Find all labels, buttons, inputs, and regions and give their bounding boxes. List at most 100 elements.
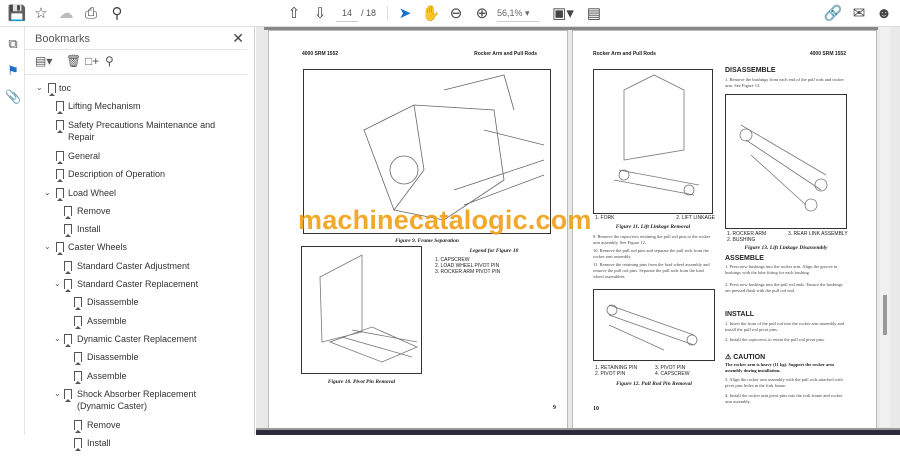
bookmark-item[interactable]: Description of Operation [25,165,245,183]
bookmark-item[interactable]: ⌄ Shock Absorber Replacement (Dynamic Cas… [25,385,245,411]
bookmark-icon [74,420,82,434]
step-text: 1. Press new bushings into the rocker ar… [725,264,838,275]
bookmark-label[interactable]: Load Wheel [68,184,116,202]
document-scrollbar[interactable] [880,27,890,427]
bookmark-label[interactable]: Caster Wheels [68,238,127,256]
bookmark-label[interactable]: Dynamic Caster Replacement [77,330,197,348]
bookmark-label[interactable]: General [68,147,100,165]
pages-icon[interactable]: ⧉ [5,36,21,52]
step-text: 1. Remove the bushings from each end of … [725,77,844,88]
bookmark-label[interactable]: Lifting Mechanism [68,97,141,115]
chevron-down-icon[interactable]: ⌄ [36,79,46,97]
step-text: 2. Install the capscrews to retain the p… [725,337,825,342]
zoom-out-icon[interactable]: ⊖ [445,3,467,23]
zoom-select[interactable]: 56,1% ▾ [497,5,539,22]
arrow-up-circle-icon[interactable]: ⇧ [283,3,305,23]
account-icon[interactable]: ☻ [873,3,895,23]
zoom-in-icon[interactable]: ⊕ [471,3,493,23]
bookmark-item[interactable]: Install [25,434,245,452]
left-rail: ⧉ ⚑ 📎 [0,27,25,435]
bookmark-icon[interactable]: ⚑ [5,63,21,79]
options-menu-icon[interactable]: ▤▾ [35,54,52,68]
bookmark-item[interactable]: ⌄ Dynamic Caster Replacement [25,330,245,348]
cloud-upload-icon[interactable]: ☁ [55,3,77,23]
bookmark-label[interactable]: Disassemble [87,293,139,311]
find-bookmark-icon[interactable]: ⚲ [105,54,114,68]
figure-9-caption: Figure 9. Frame Separation [395,238,459,244]
bookmark-label[interactable]: Standard Caster Adjustment [77,257,190,275]
bookmark-item[interactable]: Disassemble [25,293,245,311]
legend-item: 3. REAR LINK ASSEMBLY [788,231,848,237]
add-bookmark-icon[interactable]: □+ [85,54,99,68]
section-heading: ASSEMBLE [725,255,764,262]
bookmark-item[interactable]: General [25,147,245,165]
bookmark-label[interactable]: Assemble [87,367,127,385]
search-icon[interactable]: ⚲ [106,3,128,23]
bookmark-icon [56,150,64,164]
step-text: 11. Remove the retaining pins from the l… [593,262,710,279]
bookmark-label[interactable]: Safety Precautions Maintenance and Repai… [68,119,218,143]
section-heading: DISASSEMBLE [725,67,776,74]
bookmark-item[interactable]: ⌄ Caster Wheels [25,238,245,256]
star-icon[interactable]: ☆ [30,3,52,23]
print-icon[interactable]: ⎙ [80,3,102,23]
legend-title: Legend for Figure 10 [469,248,519,254]
arrow-down-circle-icon[interactable]: ⇩ [309,3,331,23]
cursor-icon[interactable]: ➤ [394,3,416,23]
page-total: / 18 [361,8,377,18]
page-number-input[interactable]: 14 [336,5,358,22]
scroll-mode-icon[interactable]: ▤ [583,3,605,23]
bookmark-icon [74,315,82,329]
bookmark-item[interactable]: Remove [25,416,245,434]
fit-page-icon[interactable]: ▣▾ [552,3,574,23]
mail-icon[interactable]: ✉ [848,3,870,23]
bookmark-item[interactable]: Install [25,220,245,238]
delete-icon[interactable]: 🗑 [66,54,81,68]
page-header: 4000 SRM 1552 [302,51,339,57]
bookmark-item[interactable]: Standard Caster Adjustment [25,257,245,275]
chevron-down-icon[interactable]: ⌄ [44,238,54,256]
bookmark-label[interactable]: Remove [77,202,111,220]
bookmark-item[interactable]: Safety Precautions Maintenance and Repai… [25,116,245,142]
bookmark-item[interactable]: Disassemble [25,348,245,366]
bookmark-icon [74,352,82,366]
bookmark-label[interactable]: Description of Operation [68,165,165,183]
chevron-down-icon[interactable]: ⌄ [54,275,64,293]
attachment-icon[interactable]: 📎 [5,89,21,105]
step-text: 9. Remove the capscrews retaining the pu… [593,234,711,245]
legend-item: 2. PIVOT PIN [595,371,626,377]
chevron-down-icon[interactable]: ⌄ [44,184,54,202]
bookmark-label[interactable]: Shock Absorber Replacement (Dynamic Cast… [77,388,227,412]
figure-13 [725,94,847,229]
chevron-down-icon[interactable]: ⌄ [54,385,64,403]
figure-12 [593,289,715,361]
bookmark-label[interactable]: Install [87,434,111,452]
bookmark-item[interactable]: Assemble [25,312,245,330]
bookmark-label[interactable]: Assemble [87,312,127,330]
bookmark-label[interactable]: Disassemble [87,348,139,366]
bookmark-icon [56,119,64,133]
close-icon[interactable]: ✕ [232,30,244,47]
bookmark-label[interactable]: Install [77,220,101,238]
bookmark-label[interactable]: toc [59,79,71,97]
zoom-value: 56,1% [497,8,523,18]
hand-icon[interactable]: ✋ [420,3,442,23]
share-link-icon[interactable]: 🔗 [822,3,844,23]
legend-item: 2. LIFT LINKAGE [676,215,715,221]
bookmark-item[interactable]: Assemble [25,367,245,385]
save-icon[interactable]: 💾 [6,3,28,23]
bookmark-icon [64,224,72,238]
bookmark-item[interactable]: Lifting Mechanism [25,97,245,115]
bookmark-item[interactable]: ⌄ Standard Caster Replacement [25,275,245,293]
bookmark-icon [64,279,72,292]
bookmark-item[interactable]: ⌄ toc [25,79,245,97]
bookmark-label[interactable]: Remove [87,416,121,434]
bookmark-label[interactable]: Standard Caster Replacement [77,275,198,293]
legend-item: 3. ROCKER ARM PIVOT PIN [435,269,501,275]
bookmark-item[interactable]: Remove [25,202,245,220]
chevron-down-icon[interactable]: ⌄ [54,330,64,348]
bookmark-icon [48,83,56,96]
bookmark-icon [56,187,64,201]
bookmark-item[interactable]: ⌄ Load Wheel [25,184,245,202]
page-header: Rocker Arm and Pull Rods [593,51,656,57]
